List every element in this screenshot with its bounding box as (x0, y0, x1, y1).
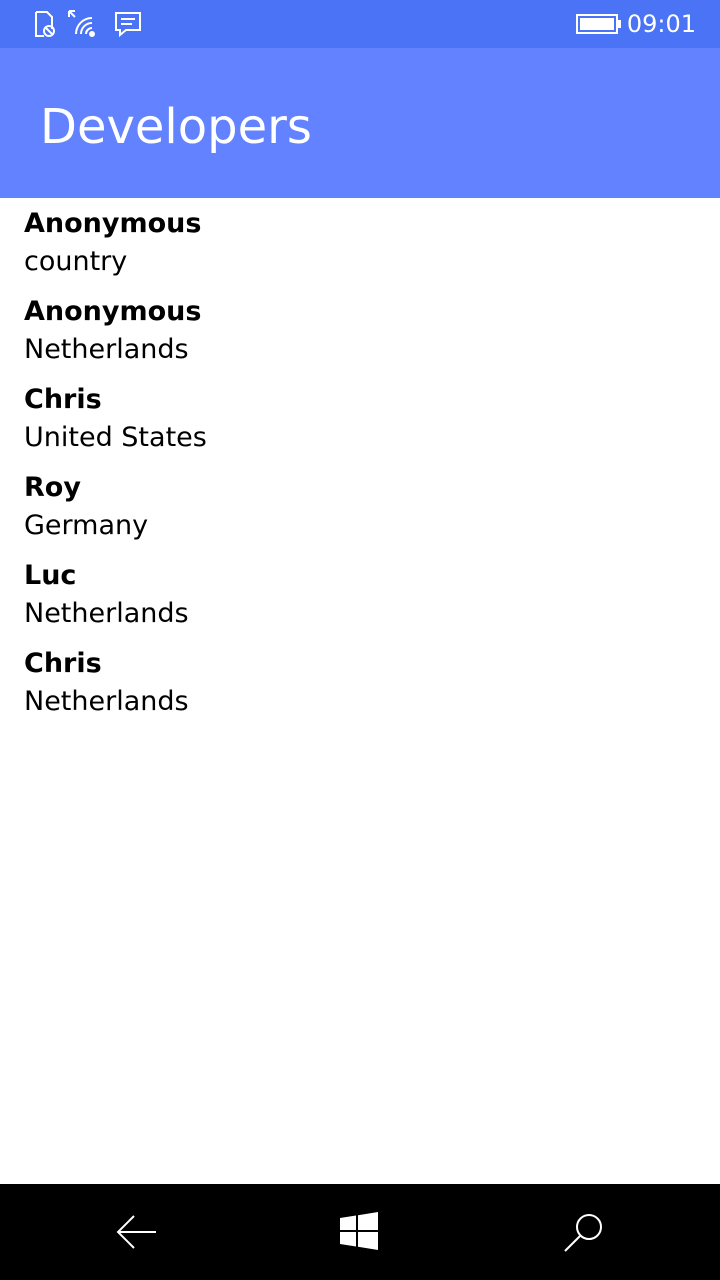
developer-list-item[interactable]: Chris United States (0, 374, 720, 462)
start-button[interactable] (336, 1208, 384, 1256)
developer-country: Netherlands (24, 686, 189, 717)
search-icon (564, 1214, 602, 1252)
developer-country: country (24, 246, 128, 277)
developer-list: Anonymous country Anonymous Netherlands … (0, 198, 720, 726)
sim-blocked-icon (28, 8, 60, 40)
navigation-bar (0, 1184, 720, 1280)
developer-list-item[interactable]: Luc Netherlands (0, 550, 720, 638)
developer-name: Chris (24, 384, 102, 415)
developer-name: Anonymous (24, 296, 202, 327)
status-bar: 09:01 (0, 0, 720, 48)
wifi-icon (66, 8, 98, 40)
back-button[interactable] (112, 1208, 160, 1256)
developer-country: Germany (24, 510, 149, 541)
app-header: Developers (0, 48, 720, 198)
back-arrow-icon (116, 1215, 156, 1249)
developer-name: Chris (24, 648, 102, 679)
search-button[interactable] (560, 1208, 608, 1256)
windows-logo-icon (340, 1212, 378, 1250)
message-icon (112, 8, 144, 40)
developer-name: Luc (24, 560, 77, 591)
developer-list-item[interactable]: Chris Netherlands (0, 638, 720, 726)
phone-screen: 09:01 Developers Anonymous country Anony… (0, 0, 720, 1280)
developer-country: Netherlands (24, 598, 189, 629)
developer-country: United States (24, 422, 207, 453)
developer-list-item[interactable]: Anonymous Netherlands (0, 286, 720, 374)
developer-list-item[interactable]: Roy Germany (0, 462, 720, 550)
developer-name: Anonymous (24, 208, 202, 239)
battery-icon (576, 14, 622, 34)
developer-list-item[interactable]: Anonymous country (0, 198, 720, 286)
page-title: Developers (40, 99, 312, 155)
developer-country: Netherlands (24, 334, 189, 365)
developer-name: Roy (24, 472, 81, 503)
status-clock: 09:01 (626, 10, 696, 38)
